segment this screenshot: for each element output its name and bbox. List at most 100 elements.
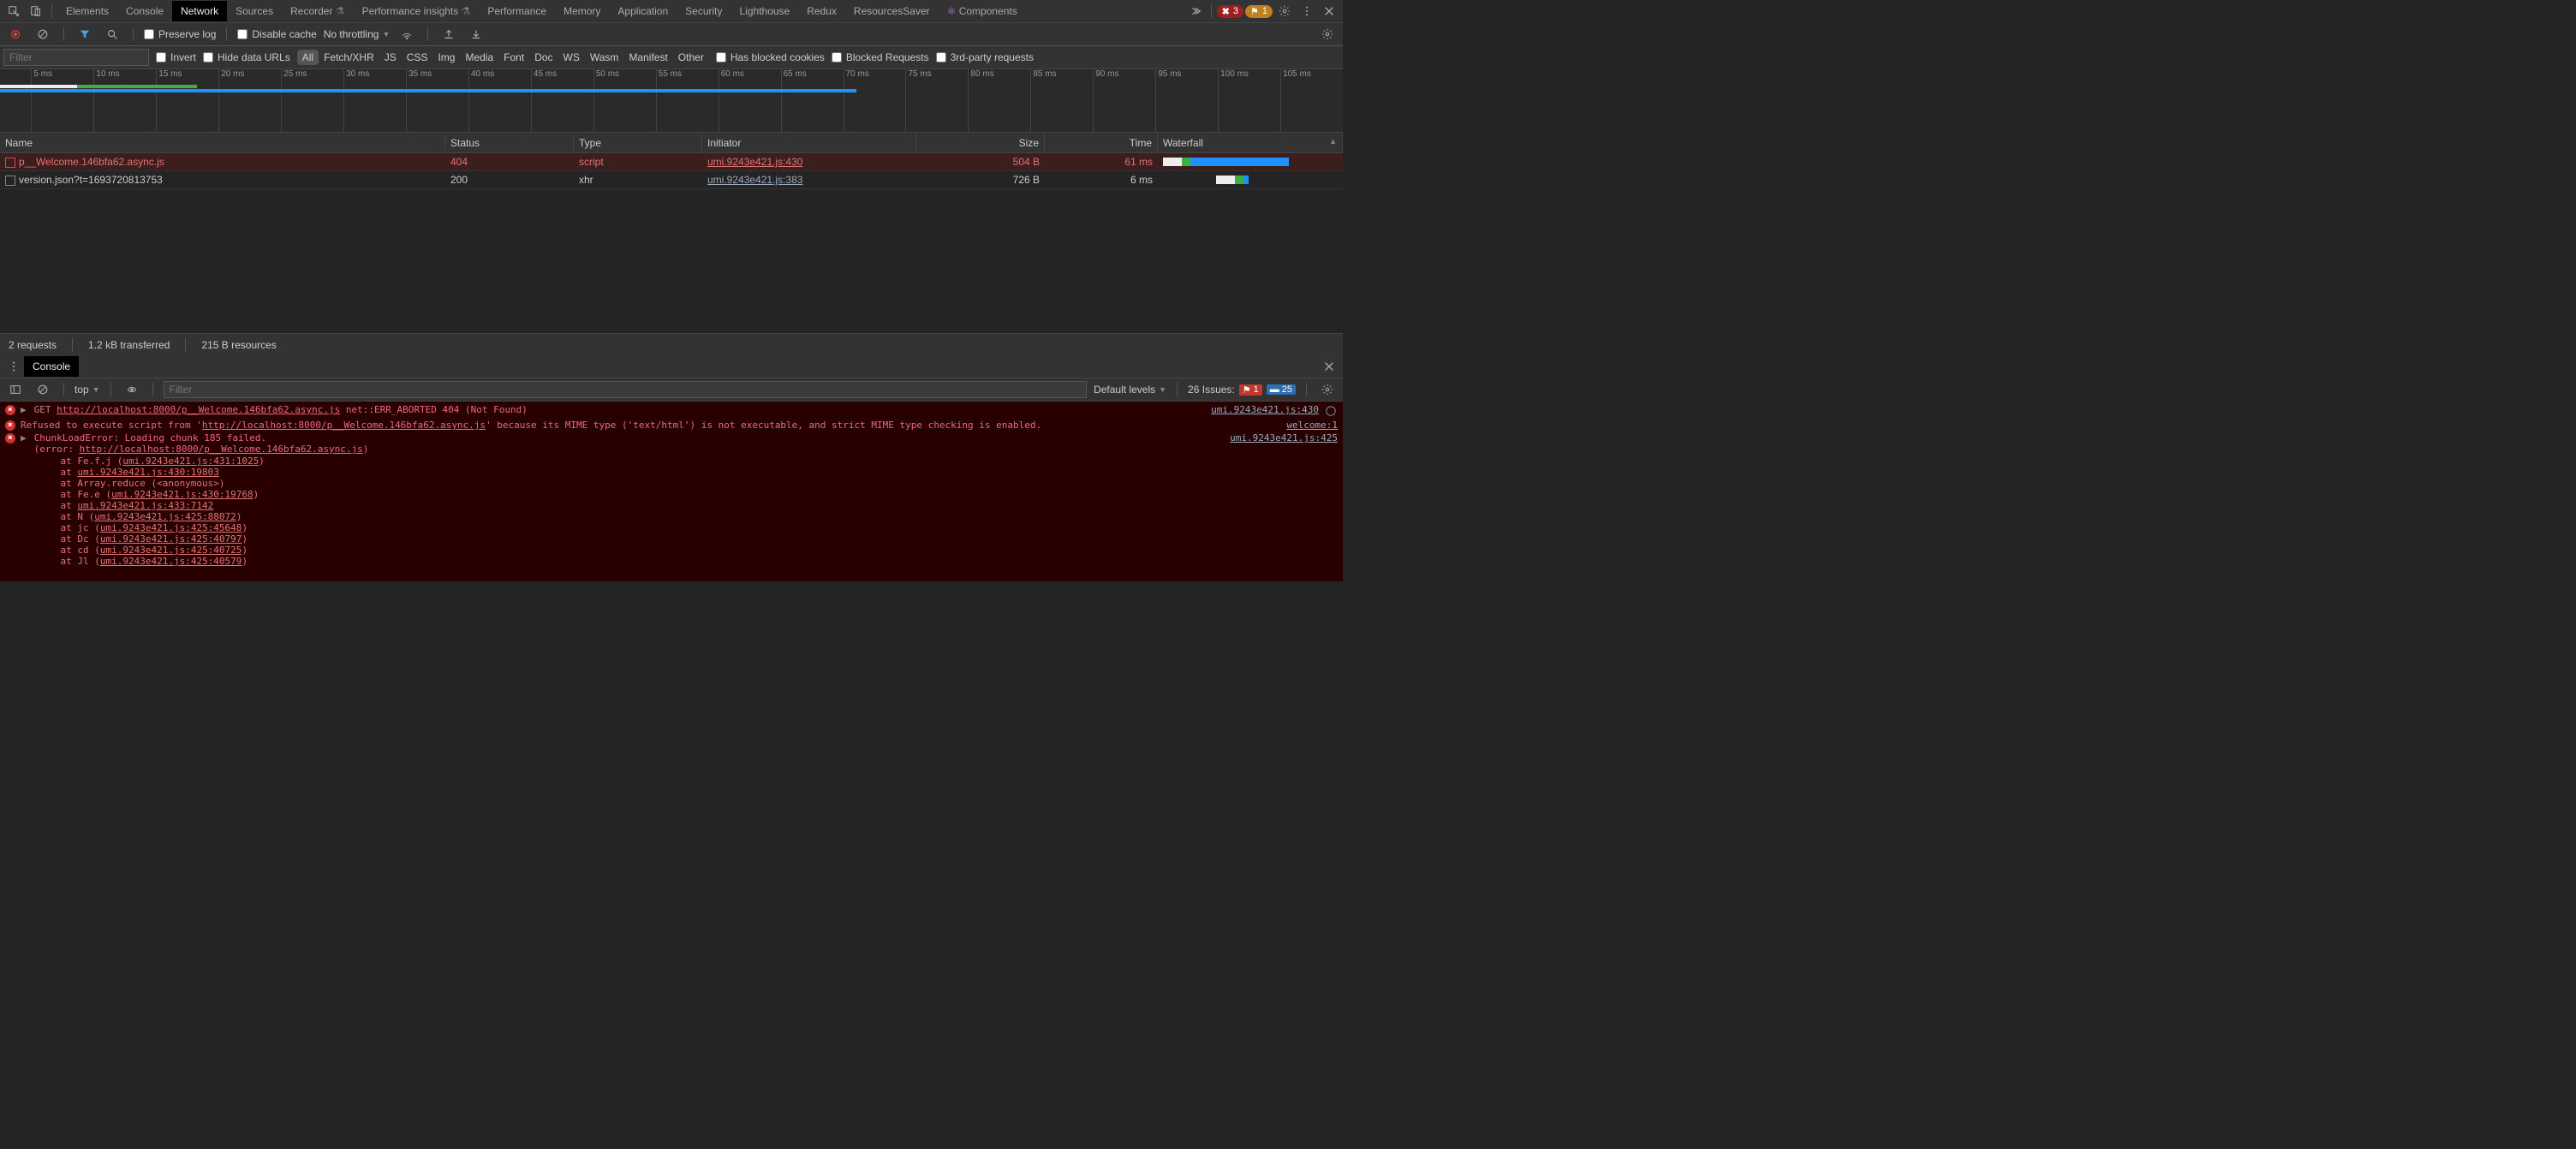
inspect-icon[interactable] [3, 1, 24, 21]
type-filter-font[interactable]: Font [498, 50, 529, 65]
download-icon[interactable] [466, 24, 486, 45]
console-clear-icon[interactable] [33, 379, 53, 400]
console-link[interactable]: http://localhost:8000/p__Welcome.146bfa6… [80, 444, 363, 455]
col-name[interactable]: Name [0, 134, 445, 152]
third-party-input[interactable] [936, 52, 946, 63]
col-size[interactable]: Size [916, 134, 1045, 152]
timeline-overview[interactable]: 5 ms10 ms15 ms20 ms25 ms30 ms35 ms40 ms4… [0, 69, 1343, 133]
live-expression-icon[interactable] [122, 379, 142, 400]
drawer-tab-console[interactable]: Console [24, 356, 79, 377]
preserve-log-input[interactable] [144, 29, 154, 39]
filter-toggle-icon[interactable] [75, 24, 95, 45]
ai-icon[interactable] [1324, 404, 1338, 418]
col-status[interactable]: Status [445, 134, 574, 152]
initiator-link[interactable]: umi.9243e421.js:383 [707, 174, 802, 186]
stack-link[interactable]: umi.9243e421.js:431:1025 [122, 455, 259, 467]
tab-sources[interactable]: Sources [227, 1, 282, 21]
settings-icon[interactable] [1274, 1, 1295, 21]
stack-frame[interactable]: at umi.9243e421.js:433:7142 [0, 500, 1343, 511]
stack-frame[interactable]: at Jl (umi.9243e421.js:425:40579) [0, 556, 1343, 567]
source-link[interactable]: umi.9243e421.js:425 [1230, 432, 1338, 444]
tab-application[interactable]: Application [609, 1, 677, 21]
search-icon[interactable] [102, 24, 122, 45]
stack-link[interactable]: umi.9243e421.js:425:40797 [100, 533, 242, 545]
drawer-close-icon[interactable] [1319, 356, 1339, 377]
throttling-select[interactable]: No throttling ▼ [324, 28, 391, 40]
blocked-cookies-input[interactable] [716, 52, 726, 63]
stack-frame[interactable]: at Fe.f.j (umi.9243e421.js:431:1025) [0, 455, 1343, 467]
tab-components[interactable]: ⚛ Components [939, 1, 1026, 21]
context-select[interactable]: top ▼ [75, 384, 100, 396]
tab-performance[interactable]: Performance [479, 1, 555, 21]
stack-link[interactable]: umi.9243e421.js:425:88072 [94, 511, 236, 522]
stack-frame[interactable]: at umi.9243e421.js:430:19803 [0, 467, 1343, 478]
stack-frame[interactable]: at Fe.e (umi.9243e421.js:430:19768) [0, 489, 1343, 500]
drawer-kebab-icon[interactable] [3, 356, 24, 377]
stack-frame[interactable]: at Array.reduce (<anonymous>) [0, 478, 1343, 489]
invert-input[interactable] [156, 52, 166, 63]
type-filter-other[interactable]: Other [673, 50, 709, 65]
upload-icon[interactable] [438, 24, 459, 45]
tab-recorder[interactable]: Recorder ⚗ [282, 1, 353, 21]
type-filter-ws[interactable]: WS [558, 50, 585, 65]
console-sidebar-icon[interactable] [5, 379, 26, 400]
tab-elements[interactable]: Elements [57, 1, 117, 21]
stack-link[interactable]: umi.9243e421.js:425:40579 [100, 556, 242, 567]
record-icon[interactable] [5, 24, 26, 45]
col-time[interactable]: Time [1045, 134, 1158, 152]
close-icon[interactable] [1319, 1, 1339, 21]
invert-checkbox[interactable]: Invert [156, 51, 196, 63]
source-link[interactable]: umi.9243e421.js:430 [1211, 404, 1319, 415]
tab-lighthouse[interactable]: Lighthouse [731, 1, 799, 21]
log-levels-select[interactable]: Default levels ▼ [1094, 384, 1166, 396]
preserve-log-checkbox[interactable]: Preserve log [144, 28, 216, 40]
kebab-icon[interactable] [1297, 1, 1317, 21]
source-link[interactable]: welcome:1 [1286, 420, 1338, 431]
network-conditions-icon[interactable] [397, 24, 417, 45]
type-filter-media[interactable]: Media [460, 50, 498, 65]
hide-data-urls-input[interactable] [203, 52, 213, 63]
initiator-link[interactable]: umi.9243e421.js:430 [707, 156, 802, 168]
tab-resourcessaver[interactable]: ResourcesSaver [845, 1, 939, 21]
type-filter-img[interactable]: Img [432, 50, 460, 65]
tab-network[interactable]: Network [172, 1, 227, 21]
disable-cache-checkbox[interactable]: Disable cache [237, 28, 316, 40]
console-message-error[interactable]: ✖ ▶ GET http://localhost:8000/p__Welcome… [0, 403, 1343, 419]
hide-data-urls-checkbox[interactable]: Hide data URLs [203, 51, 290, 63]
device-toggle-icon[interactable] [26, 1, 46, 21]
tab-security[interactable]: Security [677, 1, 730, 21]
stack-frame[interactable]: at cd (umi.9243e421.js:425:40725) [0, 545, 1343, 556]
col-initiator[interactable]: Initiator [702, 134, 916, 152]
type-filter-js[interactable]: JS [379, 50, 402, 65]
issues-button[interactable]: 26 Issues: ⚑ 1 ▬ 25 [1188, 384, 1296, 396]
type-filter-all[interactable]: All [297, 50, 319, 65]
stack-link[interactable]: umi.9243e421.js:425:45648 [100, 522, 242, 533]
type-filter-doc[interactable]: Doc [529, 50, 558, 65]
stack-link[interactable]: umi.9243e421.js:425:40725 [100, 545, 242, 556]
network-filter-input[interactable] [3, 49, 149, 66]
console-link[interactable]: http://localhost:8000/p__Welcome.146bfa6… [57, 404, 340, 415]
type-filter-wasm[interactable]: Wasm [585, 50, 624, 65]
console-message-error[interactable]: ✖ Refused to execute script from 'http:/… [0, 419, 1343, 432]
tab-redux[interactable]: Redux [798, 1, 845, 21]
tab-memory[interactable]: Memory [555, 1, 609, 21]
blocked-requests-checkbox[interactable]: Blocked Requests [832, 51, 929, 63]
console-link[interactable]: http://localhost:8000/p__Welcome.146bfa6… [202, 420, 486, 431]
console-settings-icon[interactable] [1317, 379, 1338, 400]
type-filter-css[interactable]: CSS [402, 50, 433, 65]
disable-cache-input[interactable] [237, 29, 247, 39]
stack-link[interactable]: umi.9243e421.js:433:7142 [77, 500, 213, 511]
type-filter-manifest[interactable]: Manifest [623, 50, 672, 65]
table-row[interactable]: p__Welcome.146bfa62.async.js404scriptumi… [0, 153, 1343, 171]
table-row[interactable]: version.json?t=1693720813753200xhrumi.92… [0, 171, 1343, 189]
warning-badge[interactable]: ⚑ 1 [1245, 5, 1273, 18]
tab-console[interactable]: Console [117, 1, 172, 21]
col-type[interactable]: Type [574, 134, 702, 152]
clear-icon[interactable] [33, 24, 53, 45]
blocked-requests-input[interactable] [832, 52, 842, 63]
more-tabs-icon[interactable] [1185, 1, 1206, 21]
stack-frame[interactable]: at Dc (umi.9243e421.js:425:40797) [0, 533, 1343, 545]
disclosure-icon[interactable]: ▶ [21, 404, 27, 415]
error-badge[interactable]: ✖ 3 [1217, 5, 1243, 18]
disclosure-icon[interactable]: ▶ [21, 432, 27, 444]
